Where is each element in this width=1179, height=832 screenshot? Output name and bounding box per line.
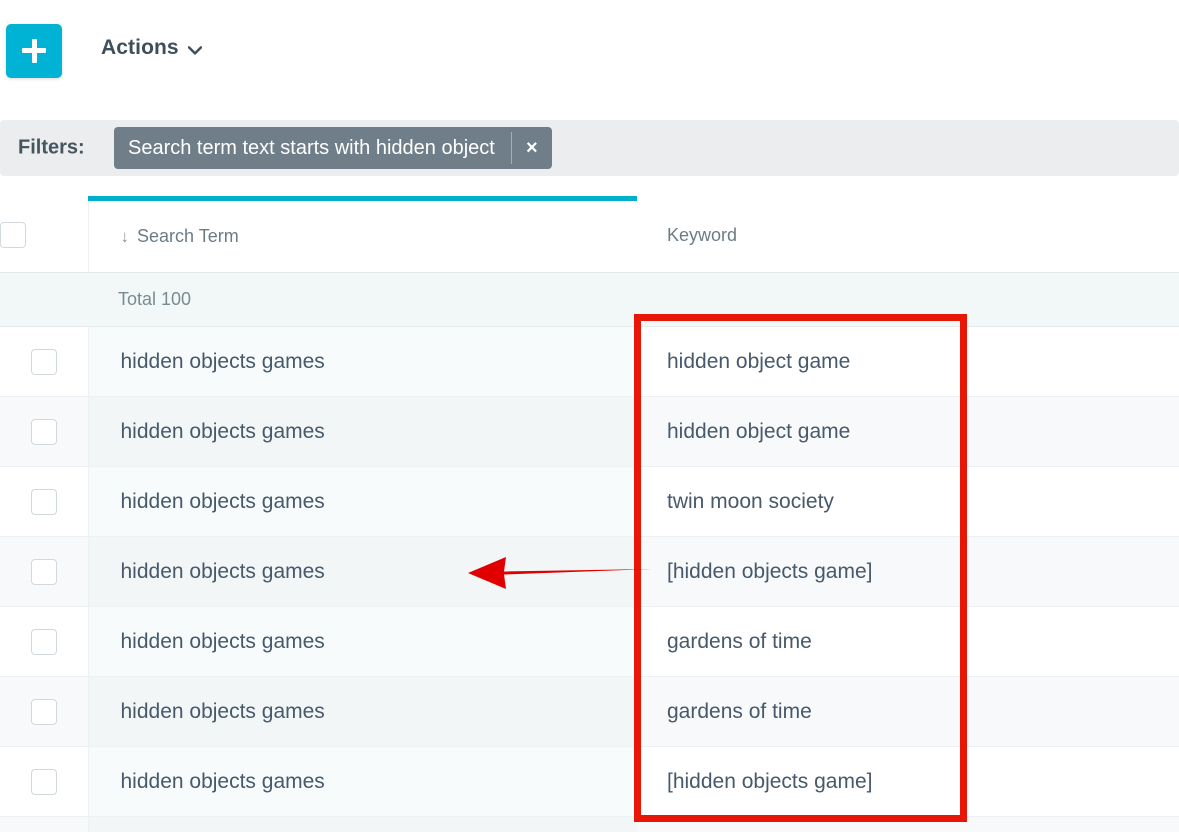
- table-body: Total 100 hidden objects games hidden ob…: [0, 273, 1179, 832]
- total-count-label: Total 100: [88, 289, 1179, 310]
- search-term-value: hidden objects games: [89, 490, 638, 514]
- row-checkbox[interactable]: [31, 489, 57, 515]
- cell-keyword: twin moon society: [637, 467, 1179, 537]
- cell-search-term: [88, 817, 637, 832]
- row-checkbox-cell: [0, 817, 88, 832]
- search-term-value: hidden objects games: [89, 630, 638, 654]
- search-term-value: hidden objects games: [89, 560, 638, 584]
- toolbar: Actions: [0, 0, 1179, 110]
- cell-search-term: hidden objects games: [88, 537, 637, 607]
- keyword-value: hidden object game: [637, 350, 1179, 374]
- keyword-value: gardens of time: [637, 700, 1179, 724]
- cell-search-term: hidden objects games: [88, 747, 637, 817]
- cell-search-term: hidden objects games: [88, 327, 637, 397]
- row-checkbox-cell: [0, 467, 88, 537]
- keyword-value: twin moon society: [637, 490, 1179, 514]
- totals-label-cell: Total 100: [88, 273, 1179, 327]
- search-term-value: hidden objects games: [89, 350, 638, 374]
- remove-filter-button[interactable]: ×: [512, 127, 552, 169]
- row-checkbox[interactable]: [31, 769, 57, 795]
- search-term-value: hidden objects games: [89, 420, 638, 444]
- row-checkbox[interactable]: [31, 349, 57, 375]
- active-filter-text: Search term text starts with hidden obje…: [114, 127, 511, 169]
- search-term-value: hidden objects games: [89, 700, 638, 724]
- table-row[interactable]: hidden objects games twin moon society: [0, 467, 1179, 537]
- row-checkbox-cell: [0, 397, 88, 467]
- sort-descending-icon: ↓: [121, 228, 130, 245]
- actions-dropdown[interactable]: Actions: [101, 36, 202, 60]
- totals-row: Total 100: [0, 273, 1179, 327]
- filters-bar: Filters: Search term text starts with hi…: [0, 120, 1179, 176]
- row-checkbox[interactable]: [31, 419, 57, 445]
- cell-search-term: hidden objects games: [88, 467, 637, 537]
- cell-keyword: gardens of time: [637, 607, 1179, 677]
- add-button[interactable]: [6, 24, 62, 78]
- row-checkbox-cell: [0, 607, 88, 677]
- chevron-down-icon: [188, 46, 202, 55]
- row-checkbox-cell: [0, 327, 88, 397]
- cell-search-term: hidden objects games: [88, 607, 637, 677]
- keyword-value: [hidden objects game]: [637, 770, 1179, 794]
- row-checkbox-cell: [0, 537, 88, 607]
- cell-keyword: hidden object game: [637, 397, 1179, 467]
- results-table-container: ↓ Search Term Keyword Total 100: [0, 196, 1179, 832]
- column-header-keyword[interactable]: Keyword: [637, 199, 1179, 273]
- keyword-value: gardens of time: [637, 630, 1179, 654]
- search-term-value: hidden objects games: [89, 770, 638, 794]
- row-checkbox[interactable]: [31, 559, 57, 585]
- results-table: ↓ Search Term Keyword Total 100: [0, 196, 1179, 832]
- table-row[interactable]: hidden objects games hidden object game: [0, 327, 1179, 397]
- keyword-value: [hidden objects game]: [637, 560, 1179, 584]
- table-row[interactable]: [0, 817, 1179, 832]
- cell-keyword: [hidden objects game]: [637, 537, 1179, 607]
- cell-keyword: [hidden objects game]: [637, 747, 1179, 817]
- row-checkbox-cell: [0, 747, 88, 817]
- table-row[interactable]: hidden objects games gardens of time: [0, 677, 1179, 747]
- plus-icon: [22, 39, 46, 63]
- table-row[interactable]: hidden objects games [hidden objects gam…: [0, 537, 1179, 607]
- row-checkbox[interactable]: [31, 629, 57, 655]
- table-row[interactable]: hidden objects games hidden object game: [0, 397, 1179, 467]
- row-checkbox[interactable]: [31, 699, 57, 725]
- select-all-checkbox[interactable]: [0, 222, 26, 248]
- table-header-row: ↓ Search Term Keyword: [0, 199, 1179, 273]
- cell-search-term: hidden objects games: [88, 677, 637, 747]
- row-checkbox-cell: [0, 677, 88, 747]
- search-terms-table-screen: Actions Filters: Search term text starts…: [0, 0, 1179, 832]
- cell-keyword: gardens of time: [637, 677, 1179, 747]
- active-filter-chip[interactable]: Search term text starts with hidden obje…: [114, 127, 552, 169]
- table-row[interactable]: hidden objects games [hidden objects gam…: [0, 747, 1179, 817]
- keyword-value: hidden object game: [637, 420, 1179, 444]
- table-row[interactable]: hidden objects games gardens of time: [0, 607, 1179, 677]
- cell-keyword: hidden object game: [637, 327, 1179, 397]
- column-header-search-term[interactable]: ↓ Search Term: [88, 199, 637, 273]
- table-header: ↓ Search Term Keyword: [0, 199, 1179, 273]
- filters-label: Filters:: [18, 137, 85, 160]
- select-all-header-cell: [0, 199, 88, 273]
- cell-search-term: hidden objects games: [88, 397, 637, 467]
- actions-dropdown-label: Actions: [101, 36, 179, 60]
- column-header-search-term-label: Search Term: [137, 226, 239, 247]
- cell-keyword: [637, 817, 1179, 832]
- totals-checkbox-cell: [0, 273, 88, 327]
- column-header-keyword-label: Keyword: [667, 225, 737, 246]
